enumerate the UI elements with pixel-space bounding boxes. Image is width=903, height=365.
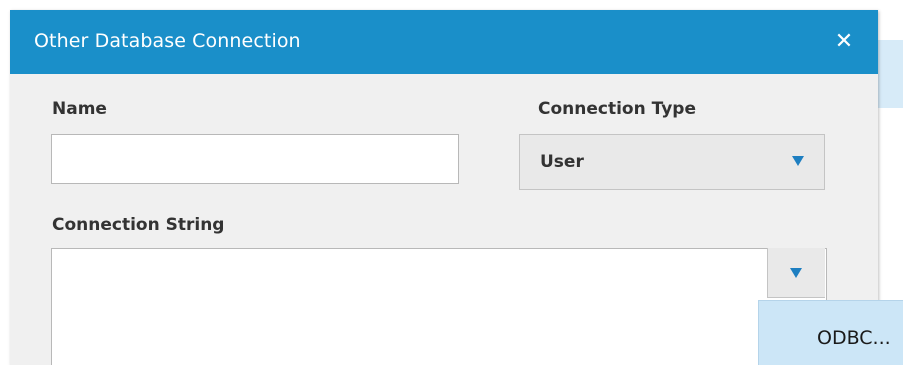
connection-string-label: Connection String — [52, 215, 225, 235]
background-highlight — [878, 40, 903, 108]
chevron-down-icon — [790, 268, 802, 278]
name-input[interactable] — [51, 134, 459, 184]
connection-type-select[interactable]: User — [519, 134, 825, 190]
connection-type-value: User — [540, 152, 584, 172]
menu-item-odbc[interactable]: ODBC... — [817, 327, 891, 349]
close-button[interactable]: ✕ — [828, 24, 860, 60]
connection-string-dropdown-button[interactable] — [767, 248, 825, 298]
connection-type-label: Connection Type — [538, 99, 696, 119]
chevron-down-icon — [792, 156, 804, 166]
connection-string-input[interactable] — [51, 248, 827, 365]
close-icon: ✕ — [834, 29, 854, 54]
screen: Other Database Connection ✕ Name Connect… — [0, 0, 903, 365]
other-database-connection-dialog: Other Database Connection ✕ Name Connect… — [10, 10, 878, 365]
dialog-title-bar: Other Database Connection ✕ — [10, 10, 878, 74]
connection-string-dropdown-menu: ODBC... — [758, 300, 903, 365]
dialog-title: Other Database Connection — [34, 30, 301, 52]
name-label: Name — [52, 99, 107, 119]
